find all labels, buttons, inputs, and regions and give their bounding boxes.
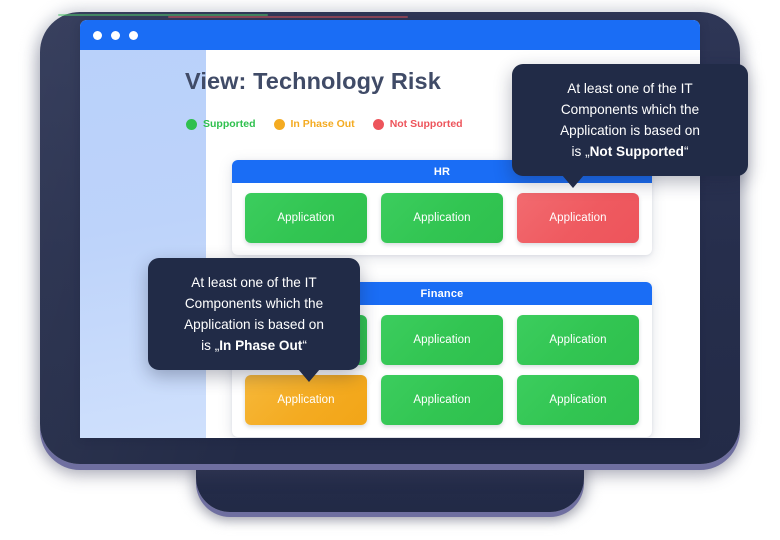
tooltip-line-4: is „Not Supported“ (532, 141, 728, 162)
sidebar[interactable] (80, 50, 206, 438)
window-titlebar (80, 20, 700, 50)
tooltip-line-2: Components which the (560, 102, 700, 117)
legend-label-supported: Supported (203, 118, 256, 130)
legend-label-not-supported: Not Supported (389, 118, 463, 130)
tooltip-in-phase-out: At least one of the IT Components which … (148, 258, 360, 382)
legend-item-not-supported: Not Supported (372, 118, 463, 130)
tooltip-pointer-icon (298, 369, 320, 382)
tooltip-not-supported: At least one of the IT Components which … (512, 64, 748, 188)
tooltip-emphasis: In Phase Out (219, 338, 303, 353)
application-card[interactable]: Application (381, 375, 503, 425)
application-row: Application Application Application (245, 193, 639, 243)
bezel-rim-accent-red (168, 16, 408, 18)
application-card-not-supported[interactable]: Application (517, 193, 639, 243)
tooltip-line-3: Application is based on (184, 317, 324, 332)
application-card[interactable]: Application (381, 315, 503, 365)
page-title: View: Technology Risk (185, 68, 441, 94)
application-card[interactable]: Application (245, 193, 367, 243)
tooltip-suffix: “ (302, 338, 307, 353)
tooltip-emphasis: Not Supported (589, 144, 684, 159)
application-card[interactable]: Application (517, 315, 639, 365)
application-row: Application Application Application (245, 375, 639, 425)
application-card[interactable]: Application (517, 375, 639, 425)
application-card[interactable]: Application (381, 193, 503, 243)
status-dot-not-supported-icon (372, 118, 384, 130)
legend-label-in-phase-out: In Phase Out (290, 118, 355, 130)
window-controls (93, 31, 138, 40)
legend: Supported In Phase Out Not Supported (186, 118, 463, 130)
minimize-icon[interactable] (111, 31, 120, 40)
tooltip-line-4: is „In Phase Out“ (168, 335, 340, 356)
maximize-icon[interactable] (129, 31, 138, 40)
tooltip-line-1: At least one of the IT (567, 81, 693, 96)
tooltip-prefix: is „ (571, 144, 590, 159)
screenshot-stage: View: Technology Risk Supported In Phase… (0, 0, 780, 540)
tooltip-suffix: “ (683, 144, 689, 159)
status-dot-supported-icon (186, 118, 197, 130)
close-icon[interactable] (93, 31, 102, 40)
legend-item-supported: Supported (186, 118, 256, 130)
status-dot-in-phase-out-icon (273, 118, 285, 130)
tooltip-line-3: Application is based on (560, 123, 700, 138)
tooltip-line-2: Components which the (184, 296, 324, 311)
tooltip-prefix: is „ (201, 338, 220, 353)
group-body-hr: Application Application Application (232, 183, 652, 255)
tooltip-pointer-icon (562, 175, 584, 188)
application-card-in-phase-out[interactable]: Application (245, 375, 367, 425)
legend-item-in-phase-out: In Phase Out (273, 118, 355, 130)
tooltip-line-1: At least one of the IT (191, 275, 317, 290)
